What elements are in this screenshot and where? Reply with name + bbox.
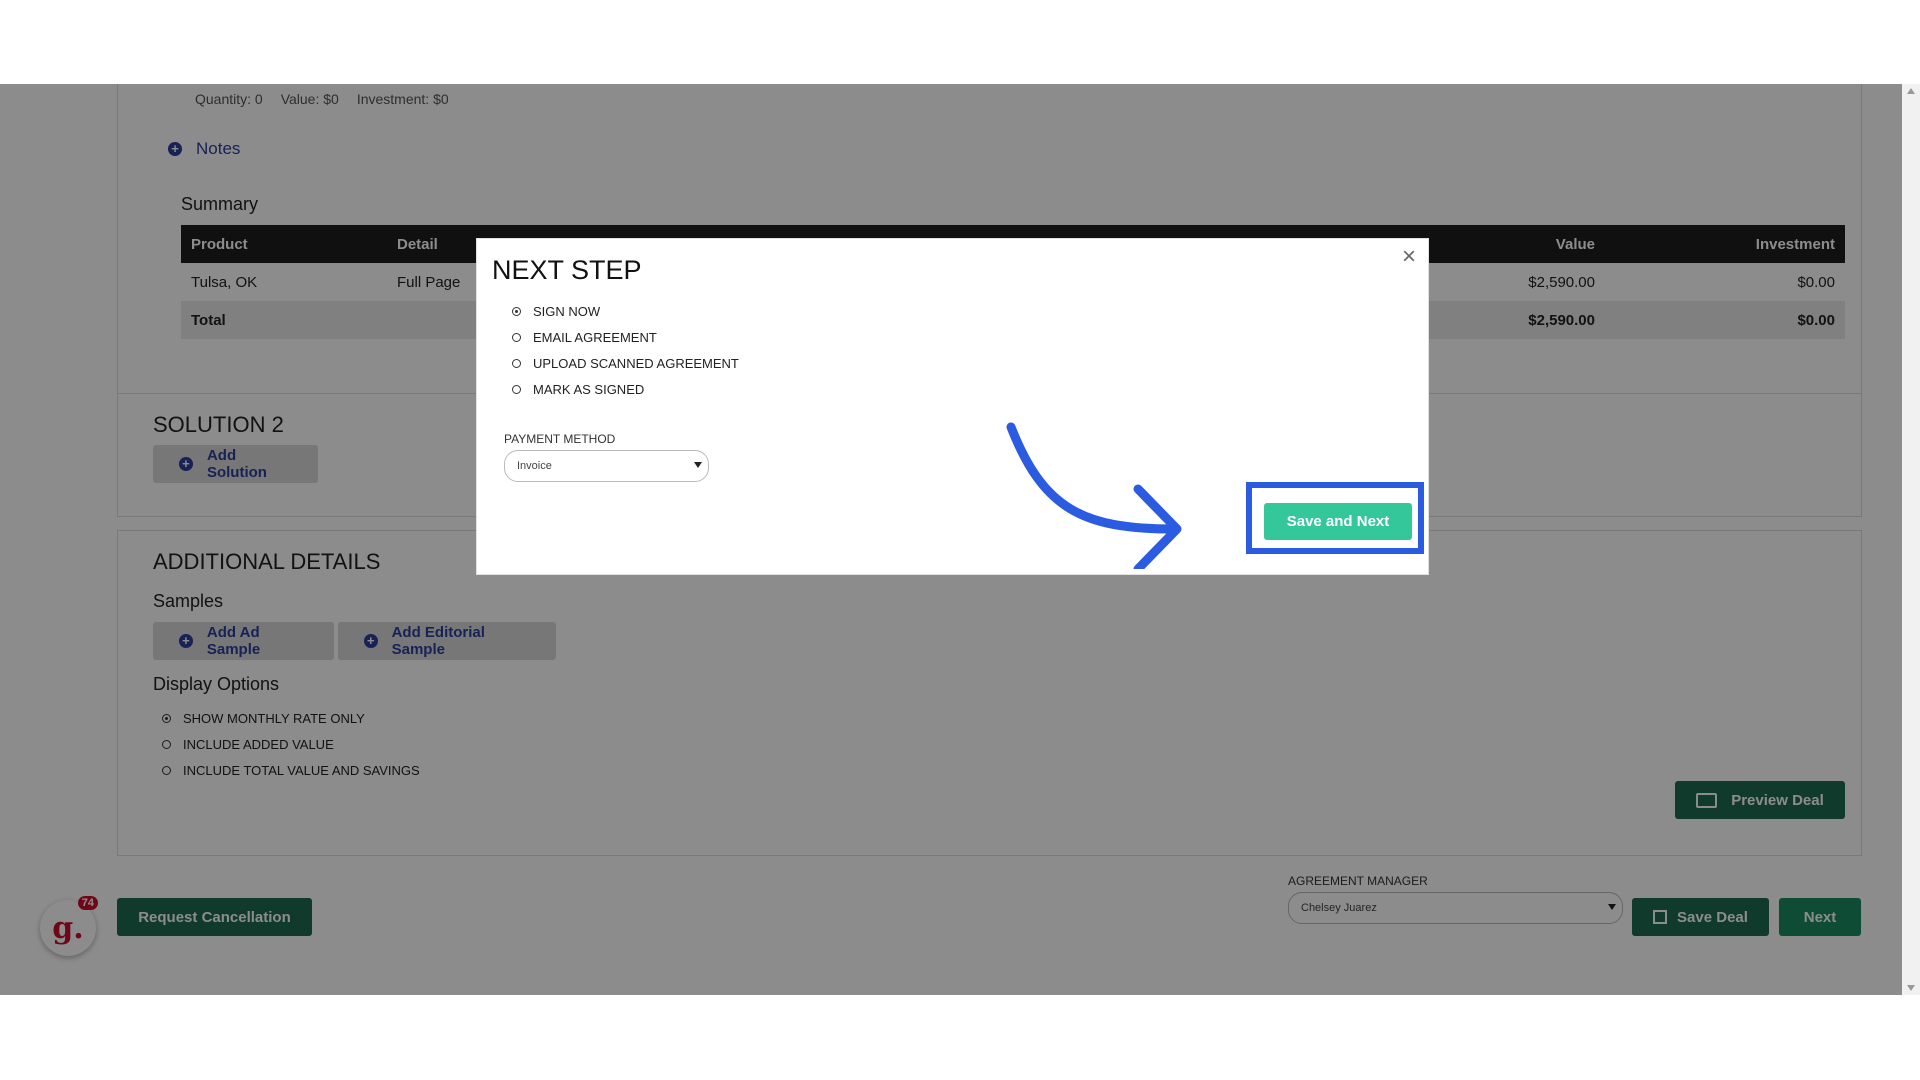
chevron-down-icon <box>694 462 702 468</box>
close-icon[interactable]: × <box>1402 243 1416 271</box>
radio-icon <box>512 359 521 368</box>
option-label: SIGN NOW <box>533 304 601 319</box>
radio-icon <box>512 385 521 394</box>
payment-method-select[interactable]: Invoice <box>504 450 709 482</box>
modal-title: NEXT STEP <box>492 255 642 285</box>
payment-method-value: Invoice <box>517 460 552 472</box>
next-step-modal: NEXT STEP × SIGN NOW EMAIL AGREEMENT UPL… <box>476 238 1429 575</box>
option-label: EMAIL AGREEMENT <box>533 330 657 345</box>
payment-method-label: PAYMENT METHOD <box>504 432 616 446</box>
save-and-next-label: Save and Next <box>1286 513 1390 530</box>
tutorial-arrow-icon <box>1006 422 1182 569</box>
option-sign-now[interactable]: SIGN NOW <box>512 304 600 319</box>
option-label: UPLOAD SCANNED AGREEMENT <box>533 356 739 371</box>
radio-icon <box>512 333 521 342</box>
scroll-up-icon[interactable] <box>1907 88 1915 94</box>
option-mark-signed[interactable]: MARK AS SIGNED <box>512 382 644 397</box>
page-scrollbar[interactable] <box>1902 84 1920 995</box>
scroll-down-icon[interactable] <box>1907 985 1915 991</box>
deal-page: Quantity: 0 Value: $0 Investment: $0 + N… <box>0 84 1902 995</box>
option-upload-scanned[interactable]: UPLOAD SCANNED AGREEMENT <box>512 356 739 371</box>
app-viewport: Quantity: 0 Value: $0 Investment: $0 + N… <box>0 84 1920 995</box>
option-email-agreement[interactable]: EMAIL AGREEMENT <box>512 330 657 345</box>
radio-selected-icon <box>512 307 521 316</box>
save-and-next-button[interactable]: Save and Next <box>1264 503 1412 540</box>
option-label: MARK AS SIGNED <box>533 382 645 397</box>
